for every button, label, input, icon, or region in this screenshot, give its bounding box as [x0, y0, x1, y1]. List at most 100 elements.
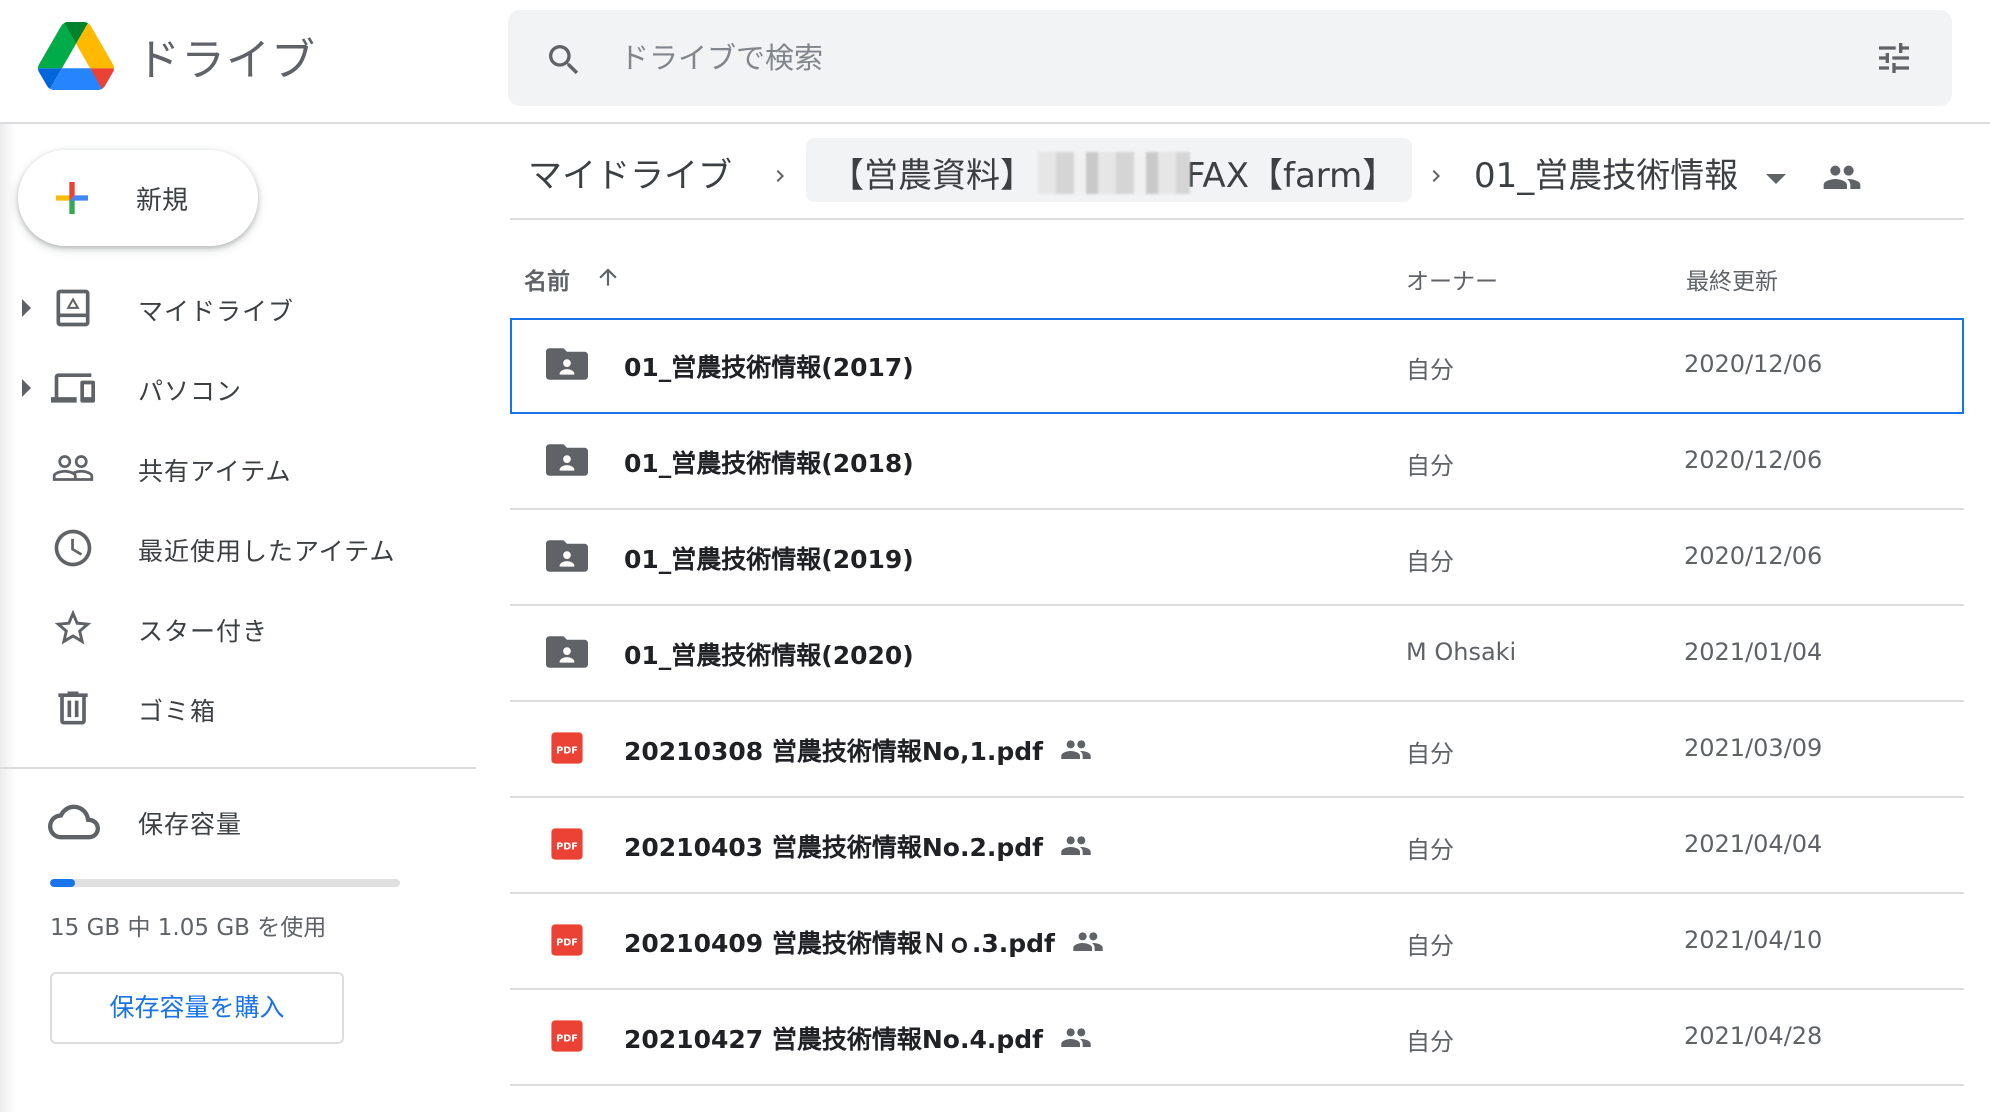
file-modified-date: 2021/03/09 — [1684, 734, 1823, 762]
sidebar-item-starred[interactable]: スター付き — [0, 592, 476, 662]
sidebar-item-my-drive[interactable]: マイドライブ — [0, 272, 476, 342]
breadcrumb: マイドライブ 【営農資料】 FAX【farm】 01_営農技術情報 — [510, 138, 1964, 214]
new-button[interactable]: 新規 — [18, 150, 258, 246]
file-name: 01_営農技術情報(2020) — [624, 641, 914, 670]
file-row[interactable]: PDF 20210403 営農技術情報No.2.pdf 自分 2021/04/04 — [510, 798, 1964, 894]
redacted-text-blur — [1038, 152, 1190, 194]
shared-people-icon — [1061, 1028, 1091, 1047]
svg-text:PDF: PDF — [556, 745, 578, 756]
star-icon — [54, 609, 92, 645]
app-title: ドライブ — [136, 35, 316, 86]
file-row[interactable]: PDF 20210427 営農技術情報No.4.pdf 自分 2021/04/28 — [510, 990, 1964, 1086]
sidebar-item-label: パソコン — [138, 377, 243, 406]
buy-storage-button[interactable]: 保存容量を購入 — [50, 972, 344, 1044]
chevron-right-icon — [776, 170, 784, 182]
breadcrumb-current-folder[interactable]: 01_営農技術情報 — [1474, 148, 1738, 197]
file-owner: 自分 — [1406, 452, 1454, 480]
sidebar-item-computers[interactable]: パソコン — [0, 352, 476, 422]
sidebar-item-label: 共有アイテム — [138, 457, 292, 486]
sidebar-item-label: 最近使用したアイテム — [138, 537, 396, 566]
trash-icon — [58, 691, 88, 725]
shared-people-icon — [1061, 836, 1091, 855]
new-button-label: 新規 — [136, 186, 189, 216]
drive-app: ドライブ 新規 マ — [0, 0, 1990, 1112]
file-name: 20210403 営農技術情報No.2.pdf — [624, 828, 1093, 864]
cloud-icon — [48, 804, 100, 840]
search-bar[interactable] — [508, 10, 1952, 106]
sort-ascending-arrow-icon[interactable] — [595, 262, 621, 292]
shared-people-icon — [52, 455, 94, 481]
file-modified-date: 2021/04/28 — [1684, 1022, 1823, 1050]
file-name: 01_営農技術情報(2018) — [624, 449, 914, 478]
sidebar-item-label: ゴミ箱 — [138, 697, 217, 726]
pdf-file-icon: PDF — [551, 924, 583, 956]
file-row[interactable]: 01_営農技術情報(2017) 自分 2020/12/06 — [510, 318, 1964, 414]
column-header-name[interactable]: 名前 — [524, 262, 570, 296]
expand-caret-icon[interactable] — [22, 299, 31, 317]
file-row[interactable]: 01_営農技術情報(2018) 自分 2020/12/06 — [510, 414, 1964, 510]
file-name: 20210409 営農技術情報Ｎｏ.3.pdf — [624, 924, 1105, 960]
sidebar-item-label: スター付き — [138, 617, 269, 646]
search-icon[interactable] — [544, 40, 584, 80]
file-modified-date: 2021/01/04 — [1684, 638, 1823, 666]
sidebar: 新規 マイドライブ パソコン 共有アイテム 最近使用したアイテム スター付き ゴ… — [0, 124, 476, 1112]
storage-usage-fill — [50, 879, 75, 887]
shared-people-icon — [1061, 740, 1091, 759]
storage-label[interactable]: 保存容量 — [138, 805, 242, 841]
breadcrumb-parent-folder[interactable]: 【営農資料】 FAX【farm】 — [806, 138, 1412, 202]
shared-people-icon — [1073, 932, 1103, 951]
storage-usage-text: 15 GB 中 1.05 GB を使用 — [50, 915, 327, 941]
file-modified-date: 2020/12/06 — [1684, 446, 1823, 474]
file-name: 20210308 営農技術情報No,1.pdf — [624, 732, 1093, 768]
clock-icon — [54, 529, 92, 567]
file-modified-date: 2021/04/10 — [1684, 926, 1823, 954]
sidebar-divider — [0, 767, 476, 769]
file-row[interactable]: PDF 20210409 営農技術情報Ｎｏ.3.pdf 自分 2021/04/10 — [510, 894, 1964, 990]
file-owner: 自分 — [1406, 356, 1454, 384]
file-modified-date: 2020/12/06 — [1684, 350, 1823, 378]
expand-caret-icon[interactable] — [22, 379, 31, 397]
file-name: 20210427 営農技術情報No.4.pdf — [624, 1020, 1093, 1056]
file-row[interactable]: 01_営農技術情報(2019) 自分 2020/12/06 — [510, 510, 1964, 606]
folder-menu-dropdown-icon[interactable] — [1766, 174, 1786, 184]
file-name: 01_営農技術情報(2019) — [624, 545, 914, 574]
drive-logo-icon[interactable] — [38, 22, 114, 90]
sidebar-item-recent[interactable]: 最近使用したアイテム — [0, 512, 476, 582]
sidebar-item-label: マイドライブ — [138, 297, 295, 326]
file-owner: 自分 — [1406, 740, 1454, 768]
file-owner: 自分 — [1406, 836, 1454, 864]
search-input[interactable] — [620, 30, 1780, 86]
shared-folder-icon — [546, 444, 588, 476]
file-row[interactable]: 01_営農技術情報(2020) M Ohsaki 2021/01/04 — [510, 606, 1964, 702]
search-options-tune-icon[interactable] — [1872, 38, 1916, 78]
top-bar: ドライブ — [0, 0, 1990, 124]
column-header-owner[interactable]: オーナー — [1406, 262, 1498, 296]
svg-text:PDF: PDF — [556, 1033, 578, 1044]
storage-usage-bar — [50, 879, 400, 887]
sidebar-item-shared[interactable]: 共有アイテム — [0, 432, 476, 502]
shared-folder-icon — [546, 540, 588, 572]
shared-folder-icon — [546, 636, 588, 668]
file-modified-date: 2021/04/04 — [1684, 830, 1823, 858]
shared-folder-people-icon[interactable] — [1822, 164, 1862, 194]
pdf-file-icon: PDF — [551, 732, 583, 764]
file-owner: M Ohsaki — [1406, 638, 1517, 666]
pdf-file-icon: PDF — [551, 1020, 583, 1052]
svg-text:PDF: PDF — [556, 937, 578, 948]
file-row[interactable]: PDF 20210308 営農技術情報No,1.pdf 自分 2021/03/09 — [510, 702, 1964, 798]
chevron-right-icon — [1432, 170, 1440, 182]
header-divider — [510, 218, 1964, 220]
sidebar-item-trash[interactable]: ゴミ箱 — [0, 672, 476, 742]
file-modified-date: 2020/12/06 — [1684, 542, 1823, 570]
plus-icon — [56, 182, 88, 214]
breadcrumb-my-drive[interactable]: マイドライブ — [528, 148, 732, 197]
file-owner: 自分 — [1406, 932, 1454, 960]
svg-text:PDF: PDF — [556, 841, 578, 852]
shared-folder-icon — [546, 348, 588, 380]
column-header-modified[interactable]: 最終更新 — [1686, 262, 1778, 296]
main-content: マイドライブ 【営農資料】 FAX【farm】 01_営農技術情報 名前 オーナー… — [510, 124, 1964, 1112]
file-owner: 自分 — [1406, 1028, 1454, 1056]
my-drive-icon — [56, 289, 90, 327]
file-owner: 自分 — [1406, 548, 1454, 576]
pdf-file-icon: PDF — [551, 828, 583, 860]
